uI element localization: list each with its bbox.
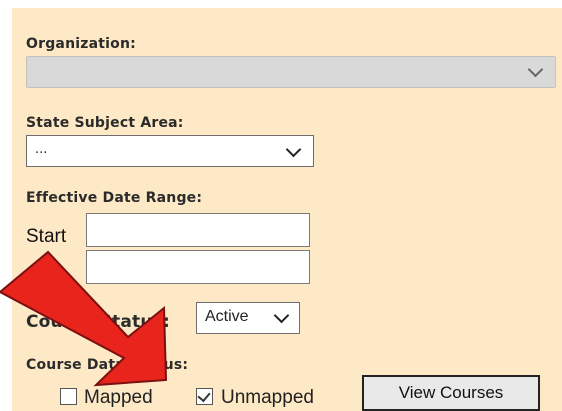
- organization-select[interactable]: [26, 56, 556, 88]
- chevron-down-icon: [273, 307, 290, 324]
- subject-area-select[interactable]: ...: [26, 135, 314, 167]
- course-status-select[interactable]: Active: [196, 302, 300, 334]
- chevron-down-icon: [285, 141, 302, 158]
- course-status-value: Active: [205, 308, 249, 325]
- unmapped-label: Unmapped: [221, 387, 314, 408]
- checkmark-icon: [197, 388, 211, 403]
- subject-area-value: ...: [35, 142, 48, 157]
- course-data-status-label: Course Data Status:: [26, 357, 189, 373]
- unmapped-checkbox[interactable]: [196, 388, 213, 405]
- mapped-checkbox[interactable]: [60, 388, 77, 405]
- start-date-label: Start: [26, 226, 67, 247]
- start-date-input[interactable]: [86, 213, 310, 247]
- subject-area-label: State Subject Area:: [26, 115, 184, 131]
- end-date-input[interactable]: [86, 250, 310, 284]
- date-range-label: Effective Date Range:: [26, 190, 203, 206]
- organization-label: Organization:: [26, 36, 136, 52]
- chevron-down-icon: [527, 61, 544, 78]
- view-courses-button[interactable]: View Courses: [362, 375, 540, 411]
- mapped-label: Mapped: [84, 387, 153, 408]
- course-status-label: Course Status:: [26, 312, 170, 332]
